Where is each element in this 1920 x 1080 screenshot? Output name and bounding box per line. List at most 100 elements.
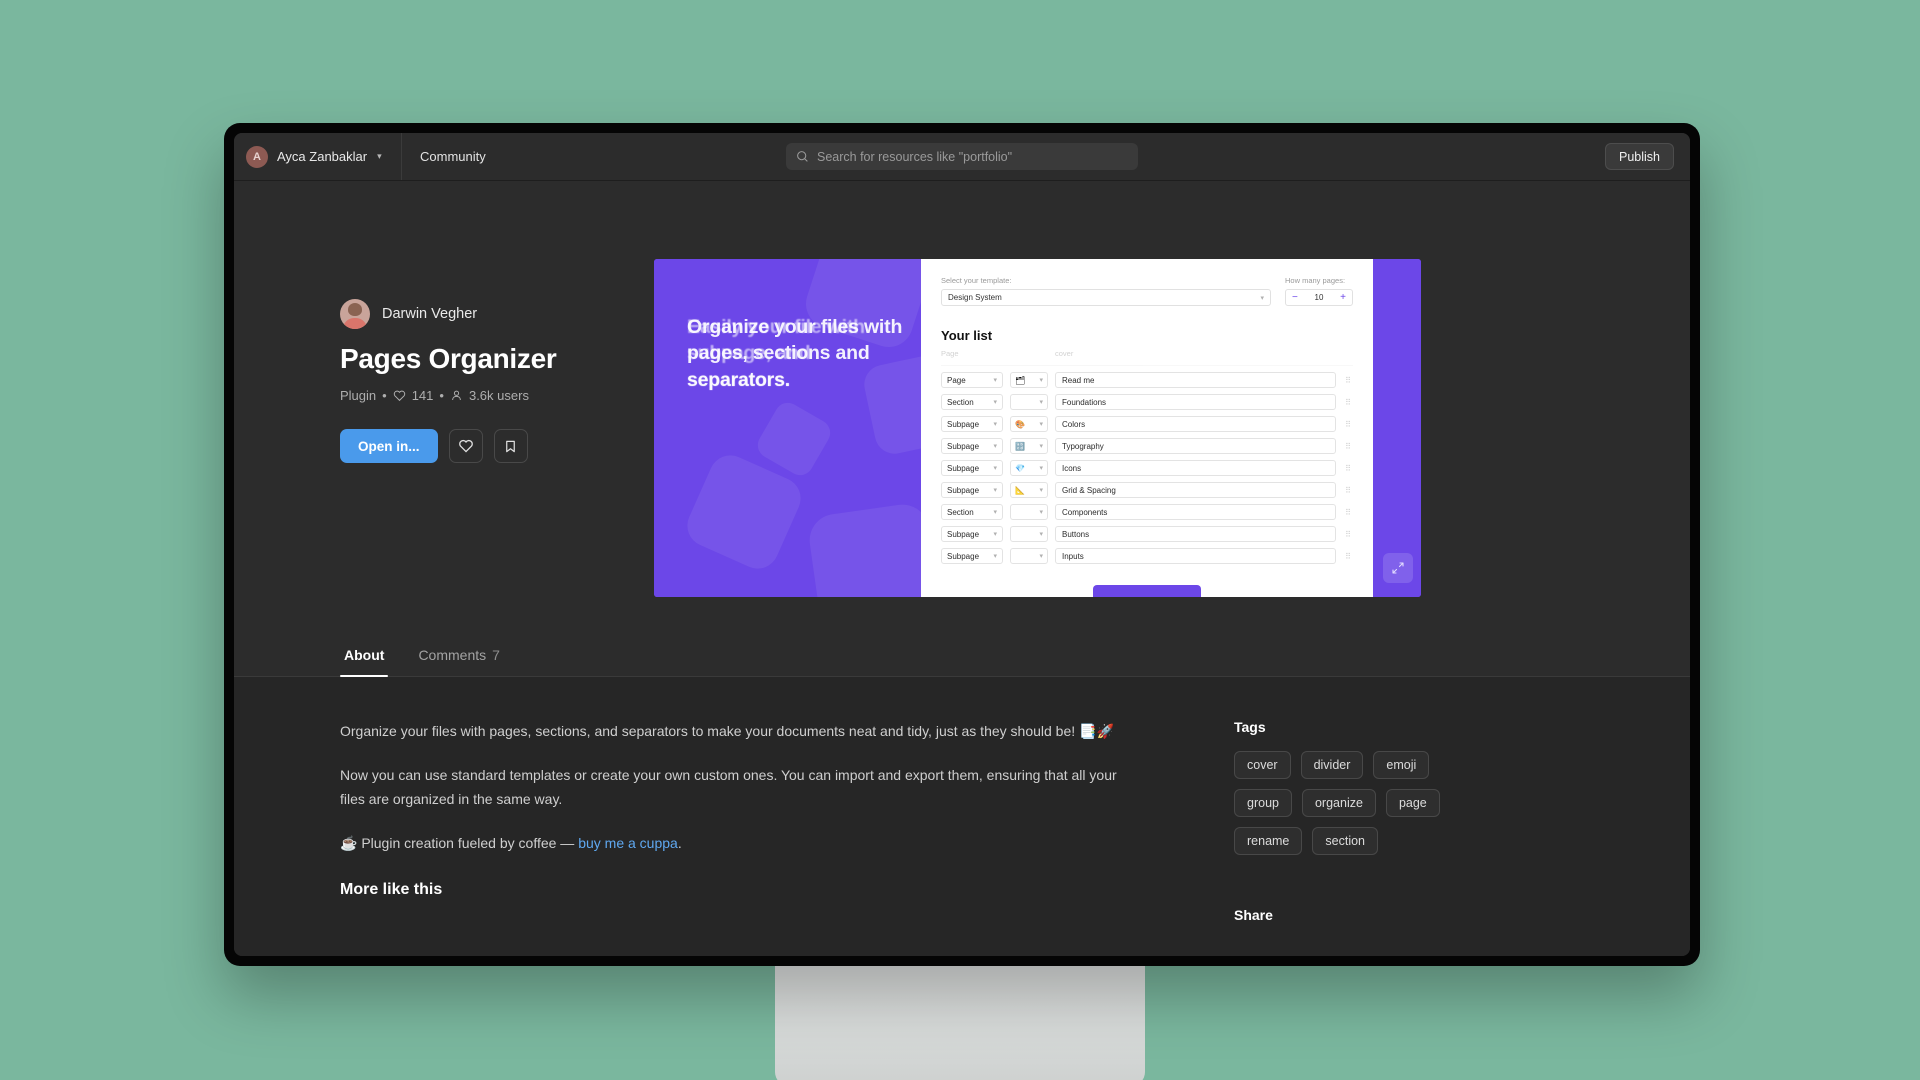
save-bookmark-button[interactable] [493, 429, 528, 463]
tag-chip[interactable]: cover [1234, 751, 1291, 779]
tag-chip[interactable]: rename [1234, 827, 1303, 855]
user-name-label: Ayca Zanbaklar [277, 149, 368, 164]
page-list-row[interactable]: Section ▾ ▾ Components ⠿ [941, 504, 1353, 520]
open-in-button[interactable]: Open in... [340, 429, 438, 463]
chevron-down-icon: ▾ [993, 443, 997, 450]
row-name-input[interactable]: Foundations [1055, 394, 1336, 410]
drag-handle-icon[interactable]: ⠿ [1343, 530, 1353, 539]
drag-handle-icon[interactable]: ⠿ [1343, 508, 1353, 517]
row-name-value: Colors [1062, 419, 1086, 429]
row-type-select[interactable]: Subpage ▾ [941, 526, 1003, 542]
page-list-row[interactable]: Section ▾ ▾ Foundations ⠿ [941, 394, 1353, 410]
tab-comments[interactable]: Comments 7 [414, 647, 503, 676]
meta-type-label: Plugin [340, 388, 377, 403]
drag-handle-icon[interactable]: ⠿ [1343, 442, 1353, 451]
expand-button[interactable] [1383, 553, 1413, 583]
row-type-select[interactable]: Page ▾ [941, 372, 1003, 388]
tag-chip[interactable]: section [1312, 827, 1378, 855]
row-name-input[interactable]: Components [1055, 504, 1336, 520]
template-field-group: Select your template: Design System ▾ [941, 276, 1271, 306]
coffee-suffix-text: . [677, 835, 682, 852]
row-emoji-select[interactable]: 🗂 ▾ [1010, 372, 1048, 388]
heart-icon [458, 439, 473, 453]
chevron-down-icon: ▾ [1039, 399, 1043, 406]
drag-handle-icon[interactable]: ⠿ [1343, 464, 1353, 473]
row-type-value: Subpage [947, 551, 980, 561]
plugin-cover-artwork[interactable]: Easily your file with subpage, and separ… [654, 259, 1421, 597]
buy-me-a-cuppa-link[interactable]: buy me a cuppa [578, 835, 678, 851]
row-emoji-select[interactable]: 🔡 ▾ [1010, 438, 1048, 454]
heart-icon [393, 390, 405, 402]
row-emoji-select[interactable]: ▾ [1010, 394, 1048, 410]
pages-field-group: How many pages: − 10 + [1285, 276, 1353, 306]
chevron-down-icon: ▾ [993, 509, 997, 516]
row-emoji-select[interactable]: 📐 ▾ [1010, 482, 1048, 498]
row-type-select[interactable]: Subpage ▾ [941, 416, 1003, 432]
row-type-select[interactable]: Subpage ▾ [941, 460, 1003, 476]
drag-handle-icon[interactable]: ⠿ [1343, 398, 1353, 407]
row-emoji-select[interactable]: ▾ [1010, 504, 1048, 520]
artwork-headline: Easily your file with subpage, and separ… [687, 314, 911, 393]
drag-handle-icon[interactable]: ⠿ [1343, 552, 1353, 561]
artwork-primary-cta[interactable] [1093, 585, 1201, 597]
row-name-input[interactable]: Colors [1055, 416, 1336, 432]
increment-button[interactable]: + [1340, 292, 1346, 303]
row-emoji-select[interactable]: ▾ [1010, 548, 1048, 564]
row-type-value: Section [947, 507, 974, 517]
tag-chip[interactable]: group [1234, 789, 1292, 817]
page-list-row[interactable]: Subpage ▾ 📐 ▾ Grid & Spacing ⠿ [941, 482, 1353, 498]
row-name-input[interactable]: Inputs [1055, 548, 1336, 564]
template-select[interactable]: Design System ▾ [941, 289, 1271, 306]
drag-handle-icon[interactable]: ⠿ [1343, 486, 1353, 495]
row-emoji-select[interactable]: 🎨 ▾ [1010, 416, 1048, 432]
search-input[interactable]: Search for resources like "portfolio" [786, 143, 1138, 170]
drag-handle-icon[interactable]: ⠿ [1343, 420, 1353, 429]
drag-handle-icon[interactable]: ⠿ [1343, 376, 1353, 385]
row-emoji-value: 💎 [1015, 463, 1025, 473]
row-emoji-select[interactable]: ▾ [1010, 526, 1048, 542]
row-name-input[interactable]: Icons [1055, 460, 1336, 476]
row-emoji-value: 🎨 [1015, 419, 1025, 429]
pages-stepper[interactable]: − 10 + [1285, 289, 1353, 306]
header-type: Page [941, 349, 959, 358]
row-name-input[interactable]: Buttons [1055, 526, 1336, 542]
row-name-value: Buttons [1062, 529, 1090, 539]
nav-community[interactable]: Community [402, 133, 504, 180]
page-list-row[interactable]: Subpage ▾ ▾ Buttons ⠿ [941, 526, 1353, 542]
tab-about[interactable]: About [340, 647, 389, 677]
tag-chip[interactable]: organize [1301, 789, 1376, 817]
row-name-input[interactable]: Typography [1055, 438, 1336, 454]
publish-button[interactable]: Publish [1605, 143, 1674, 170]
row-type-select[interactable]: Subpage ▾ [941, 438, 1003, 454]
meta-separator-1: • [382, 388, 387, 403]
about-column: Organize your files with pages, sections… [340, 719, 1130, 956]
row-type-select[interactable]: Subpage ▾ [941, 482, 1003, 498]
page-list-row[interactable]: Subpage ▾ 💎 ▾ Icons ⠿ [941, 460, 1353, 476]
page-list-row[interactable]: Subpage ▾ 🎨 ▾ Colors ⠿ [941, 416, 1353, 432]
row-name-value: Icons [1062, 463, 1082, 473]
user-menu[interactable]: A Ayca Zanbaklar ▾ [234, 133, 402, 180]
page-list-row[interactable]: Subpage ▾ 🔡 ▾ Typography ⠿ [941, 438, 1353, 454]
row-emoji-select[interactable]: 💎 ▾ [1010, 460, 1048, 476]
decrement-button[interactable]: − [1292, 292, 1298, 303]
pages-label: How many pages: [1285, 276, 1346, 285]
row-name-input[interactable]: Grid & Spacing [1055, 482, 1336, 498]
row-type-select[interactable]: Section ▾ [941, 394, 1003, 410]
chevron-down-icon: ▾ [993, 531, 997, 538]
tag-chip[interactable]: page [1385, 789, 1440, 817]
row-name-input[interactable]: Read me [1055, 372, 1336, 388]
decorative-blob [753, 398, 835, 480]
row-type-select[interactable]: Subpage ▾ [941, 548, 1003, 564]
hero-actions: Open in... [340, 429, 700, 463]
tag-chip[interactable]: divider [1300, 751, 1364, 779]
row-name-value: Foundations [1062, 397, 1107, 407]
row-type-value: Subpage [947, 529, 980, 539]
chevron-down-icon: ▾ [993, 553, 997, 560]
page-list: Page ▾ 🗂 ▾ Read me ⠿ Section ▾ ▾ Foundations ⠿ Subp… [941, 372, 1353, 564]
row-type-select[interactable]: Section ▾ [941, 504, 1003, 520]
page-list-row[interactable]: Page ▾ 🗂 ▾ Read me ⠿ [941, 372, 1353, 388]
like-button[interactable] [448, 429, 483, 463]
page-list-row[interactable]: Subpage ▾ ▾ Inputs ⠿ [941, 548, 1353, 564]
tag-chip[interactable]: emoji [1373, 751, 1430, 779]
author-row[interactable]: Darwin Vegher [340, 299, 700, 329]
